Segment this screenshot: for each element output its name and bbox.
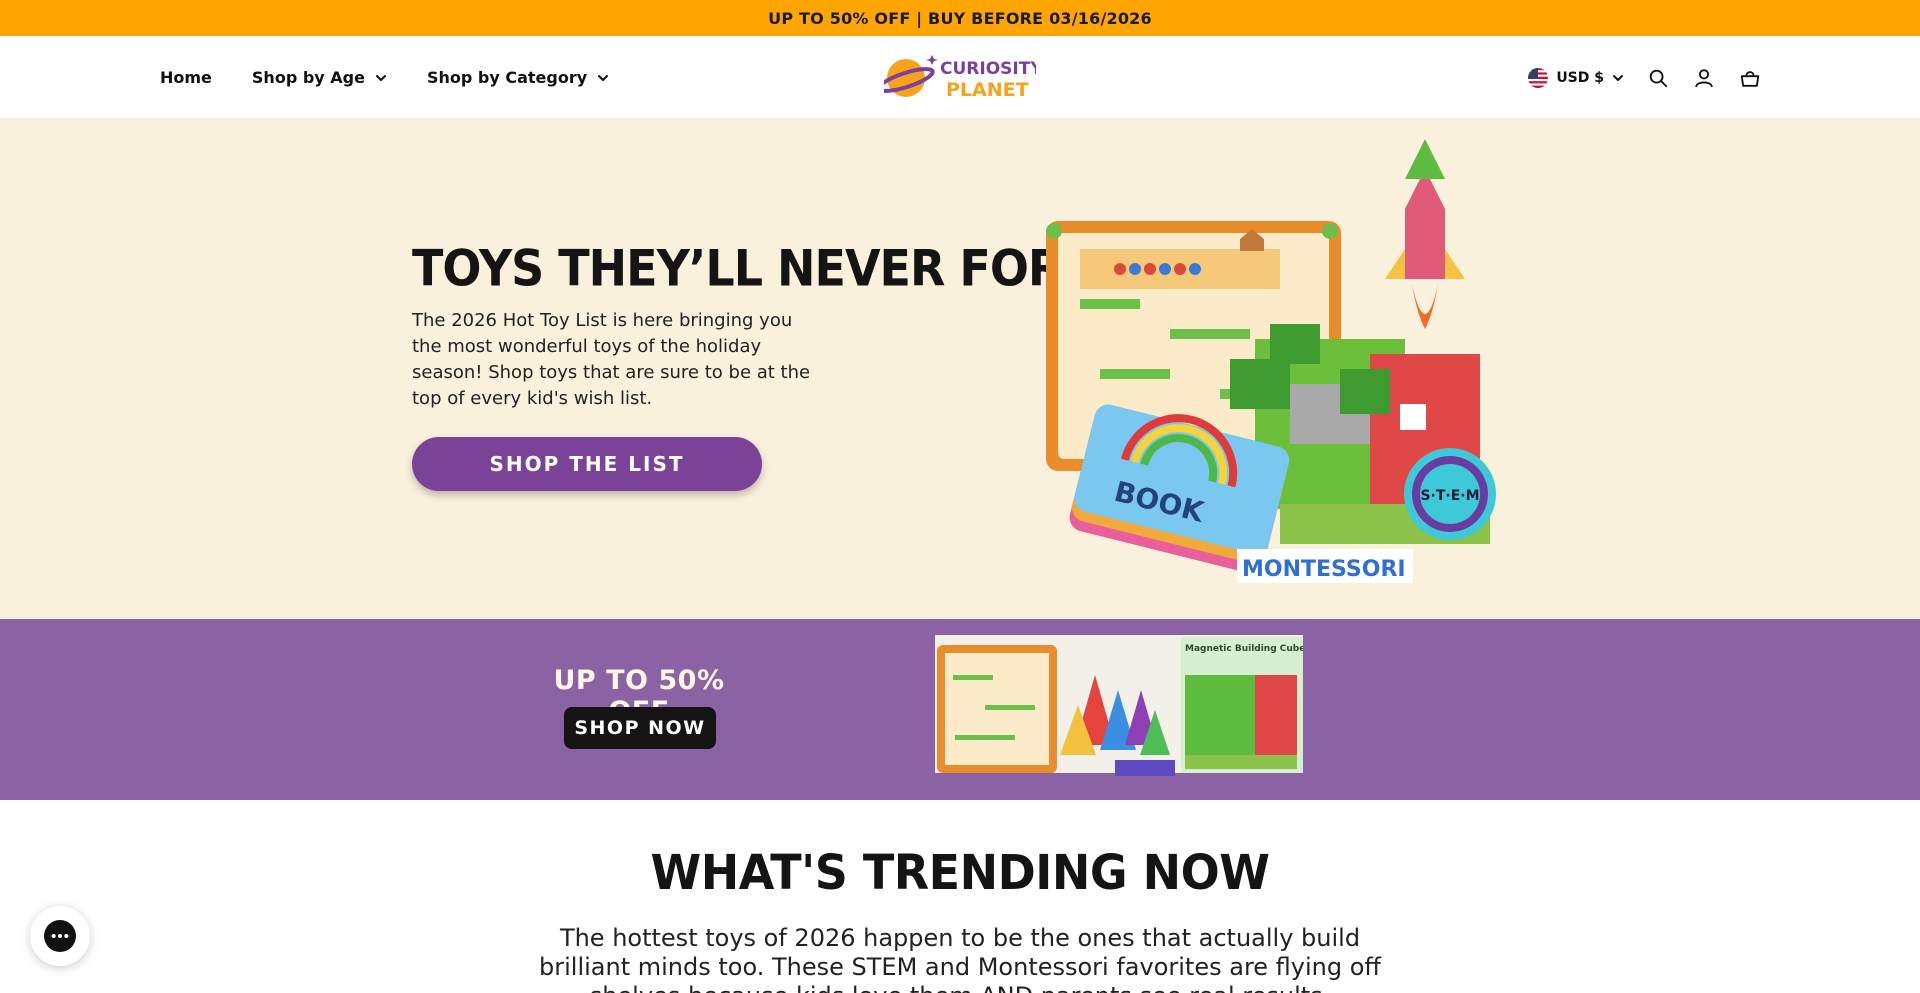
hero-description: The 2026 Hot Toy List is here bringing y… bbox=[412, 310, 811, 409]
site-logo[interactable]: CURIOSITY PLANET bbox=[884, 50, 1036, 104]
announcement-bar: UP TO 50% OFF | BUY BEFORE 03/16/2026 bbox=[0, 0, 1920, 36]
currency-label: USD $ bbox=[1556, 69, 1604, 86]
nav-home-label: Home bbox=[160, 68, 212, 87]
hero-banner: TOYS THEY’LL NEVER FORGET The 2026 Hot T… bbox=[0, 119, 1920, 619]
chat-widget-button[interactable] bbox=[30, 906, 90, 966]
promo-banner: UP TO 50% OFF SHOP NOW Magnetic Building… bbox=[0, 619, 1920, 800]
nav-home[interactable]: Home bbox=[160, 68, 212, 87]
svg-text:S·T·E·M: S·T·E·M bbox=[1420, 488, 1479, 504]
site-header: Home Shop by Age Shop by Category CURIOS… bbox=[0, 36, 1920, 119]
cart-icon[interactable] bbox=[1738, 66, 1762, 90]
nav-shop-by-age-label: Shop by Age bbox=[251, 68, 365, 87]
svg-text:MONTESSORI: MONTESSORI bbox=[1242, 557, 1406, 582]
nav-shop-by-category[interactable]: Shop by Category bbox=[427, 68, 609, 87]
hero-product-collage: BOOK S·T·E·M MONTESSORI bbox=[1040, 139, 1510, 589]
main-nav: Home Shop by Age Shop by Category bbox=[160, 36, 609, 119]
chevron-down-icon bbox=[375, 72, 387, 84]
currency-selector[interactable]: USD $ bbox=[1528, 67, 1624, 88]
nav-shop-by-age[interactable]: Shop by Age bbox=[252, 68, 387, 87]
chevron-down-icon bbox=[597, 72, 609, 84]
shop-now-button[interactable]: SHOP NOW bbox=[564, 707, 716, 749]
header-utilities: USD $ bbox=[1528, 36, 1762, 119]
account-icon[interactable] bbox=[1692, 66, 1716, 90]
announcement-text: UP TO 50% OFF | BUY BEFORE 03/16/2026 bbox=[768, 8, 1152, 28]
search-icon[interactable] bbox=[1646, 66, 1670, 90]
svg-text:CURIOSITY: CURIOSITY bbox=[940, 59, 1036, 79]
chevron-down-icon bbox=[1612, 72, 1624, 84]
promo-product-image: Magnetic Building Cubes bbox=[935, 635, 1303, 785]
trending-section: WHAT'S TRENDING NOW The hottest toys of … bbox=[0, 800, 1920, 993]
chat-dots-icon bbox=[44, 920, 76, 952]
us-flag-icon bbox=[1528, 67, 1549, 88]
svg-text:Magnetic Building Cubes: Magnetic Building Cubes bbox=[1185, 644, 1303, 654]
trending-description: The hottest toys of 2026 happen to be th… bbox=[539, 924, 1381, 993]
svg-text:PLANET: PLANET bbox=[946, 79, 1029, 101]
nav-shop-by-category-label: Shop by Category bbox=[426, 68, 588, 87]
trending-title: WHAT'S TRENDING NOW bbox=[650, 843, 1270, 901]
shop-the-list-button[interactable]: SHOP THE LIST bbox=[412, 437, 762, 491]
